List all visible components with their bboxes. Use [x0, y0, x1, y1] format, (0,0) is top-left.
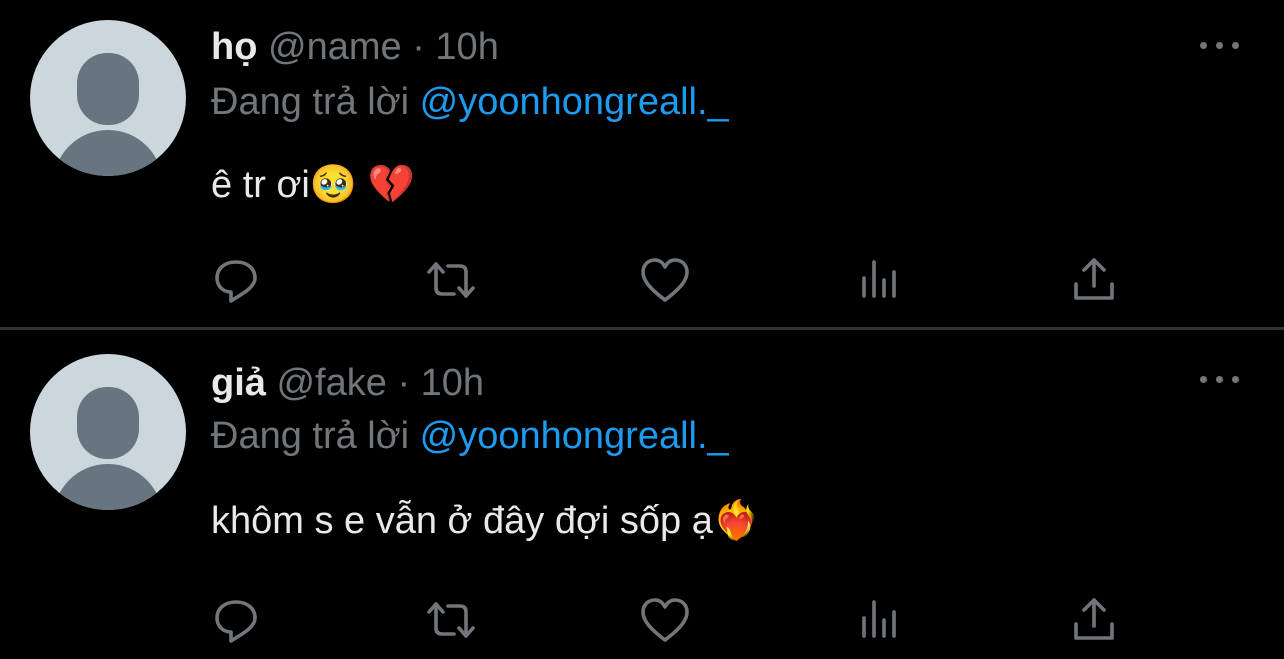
replying-to: Đang trả lời @yoonhongreall._: [211, 413, 729, 459]
timestamp[interactable]: 10h: [421, 362, 484, 404]
tweet-text: ê tr ơi🥹 💔: [211, 164, 416, 206]
reply-icon[interactable]: [206, 590, 266, 650]
handle[interactable]: @fake: [276, 362, 386, 404]
display-name[interactable]: giả: [211, 362, 266, 404]
avatar-body: [53, 130, 163, 176]
separator: ·: [412, 26, 425, 68]
share-icon[interactable]: [1064, 250, 1124, 310]
tweet-header: họ @name · 10h: [211, 24, 499, 70]
avatar-body: [53, 464, 163, 510]
retweet-icon[interactable]: [421, 590, 481, 650]
mention-link[interactable]: @yoonhongreall._: [420, 415, 729, 457]
like-icon[interactable]: [635, 590, 695, 650]
display-name[interactable]: họ: [211, 26, 257, 68]
mention-link[interactable]: @yoonhongreall._: [420, 81, 729, 123]
tweet[interactable]: họ @name · 10h Đang trả lời @yoonhongrea…: [0, 0, 1284, 328]
more-icon[interactable]: [1198, 32, 1242, 58]
replying-to: Đang trả lời @yoonhongreall._: [211, 79, 729, 125]
avatar-head: [77, 53, 139, 125]
share-icon[interactable]: [1064, 590, 1124, 650]
handle[interactable]: @name: [268, 26, 402, 68]
like-icon[interactable]: [635, 250, 695, 310]
tweet-text: khôm s e vẫn ở đây đợi sốp ạ❤️‍🔥: [211, 500, 761, 542]
views-icon[interactable]: [850, 590, 910, 650]
avatar[interactable]: [30, 20, 186, 176]
replying-prefix: Đang trả lời: [211, 415, 410, 457]
action-bar: [0, 590, 1284, 650]
views-icon[interactable]: [850, 250, 910, 310]
action-bar: [0, 250, 1284, 310]
avatar-head: [77, 387, 139, 459]
retweet-icon[interactable]: [421, 250, 481, 310]
more-icon[interactable]: [1198, 366, 1242, 392]
reply-icon[interactable]: [206, 250, 266, 310]
separator: ·: [397, 362, 411, 404]
timestamp[interactable]: 10h: [435, 26, 498, 68]
tweet[interactable]: giả @fake · 10h Đang trả lời @yoonhongre…: [0, 330, 1284, 659]
avatar[interactable]: [30, 354, 186, 510]
tweet-header: giả @fake · 10h: [211, 360, 484, 406]
replying-prefix: Đang trả lời: [211, 81, 410, 123]
